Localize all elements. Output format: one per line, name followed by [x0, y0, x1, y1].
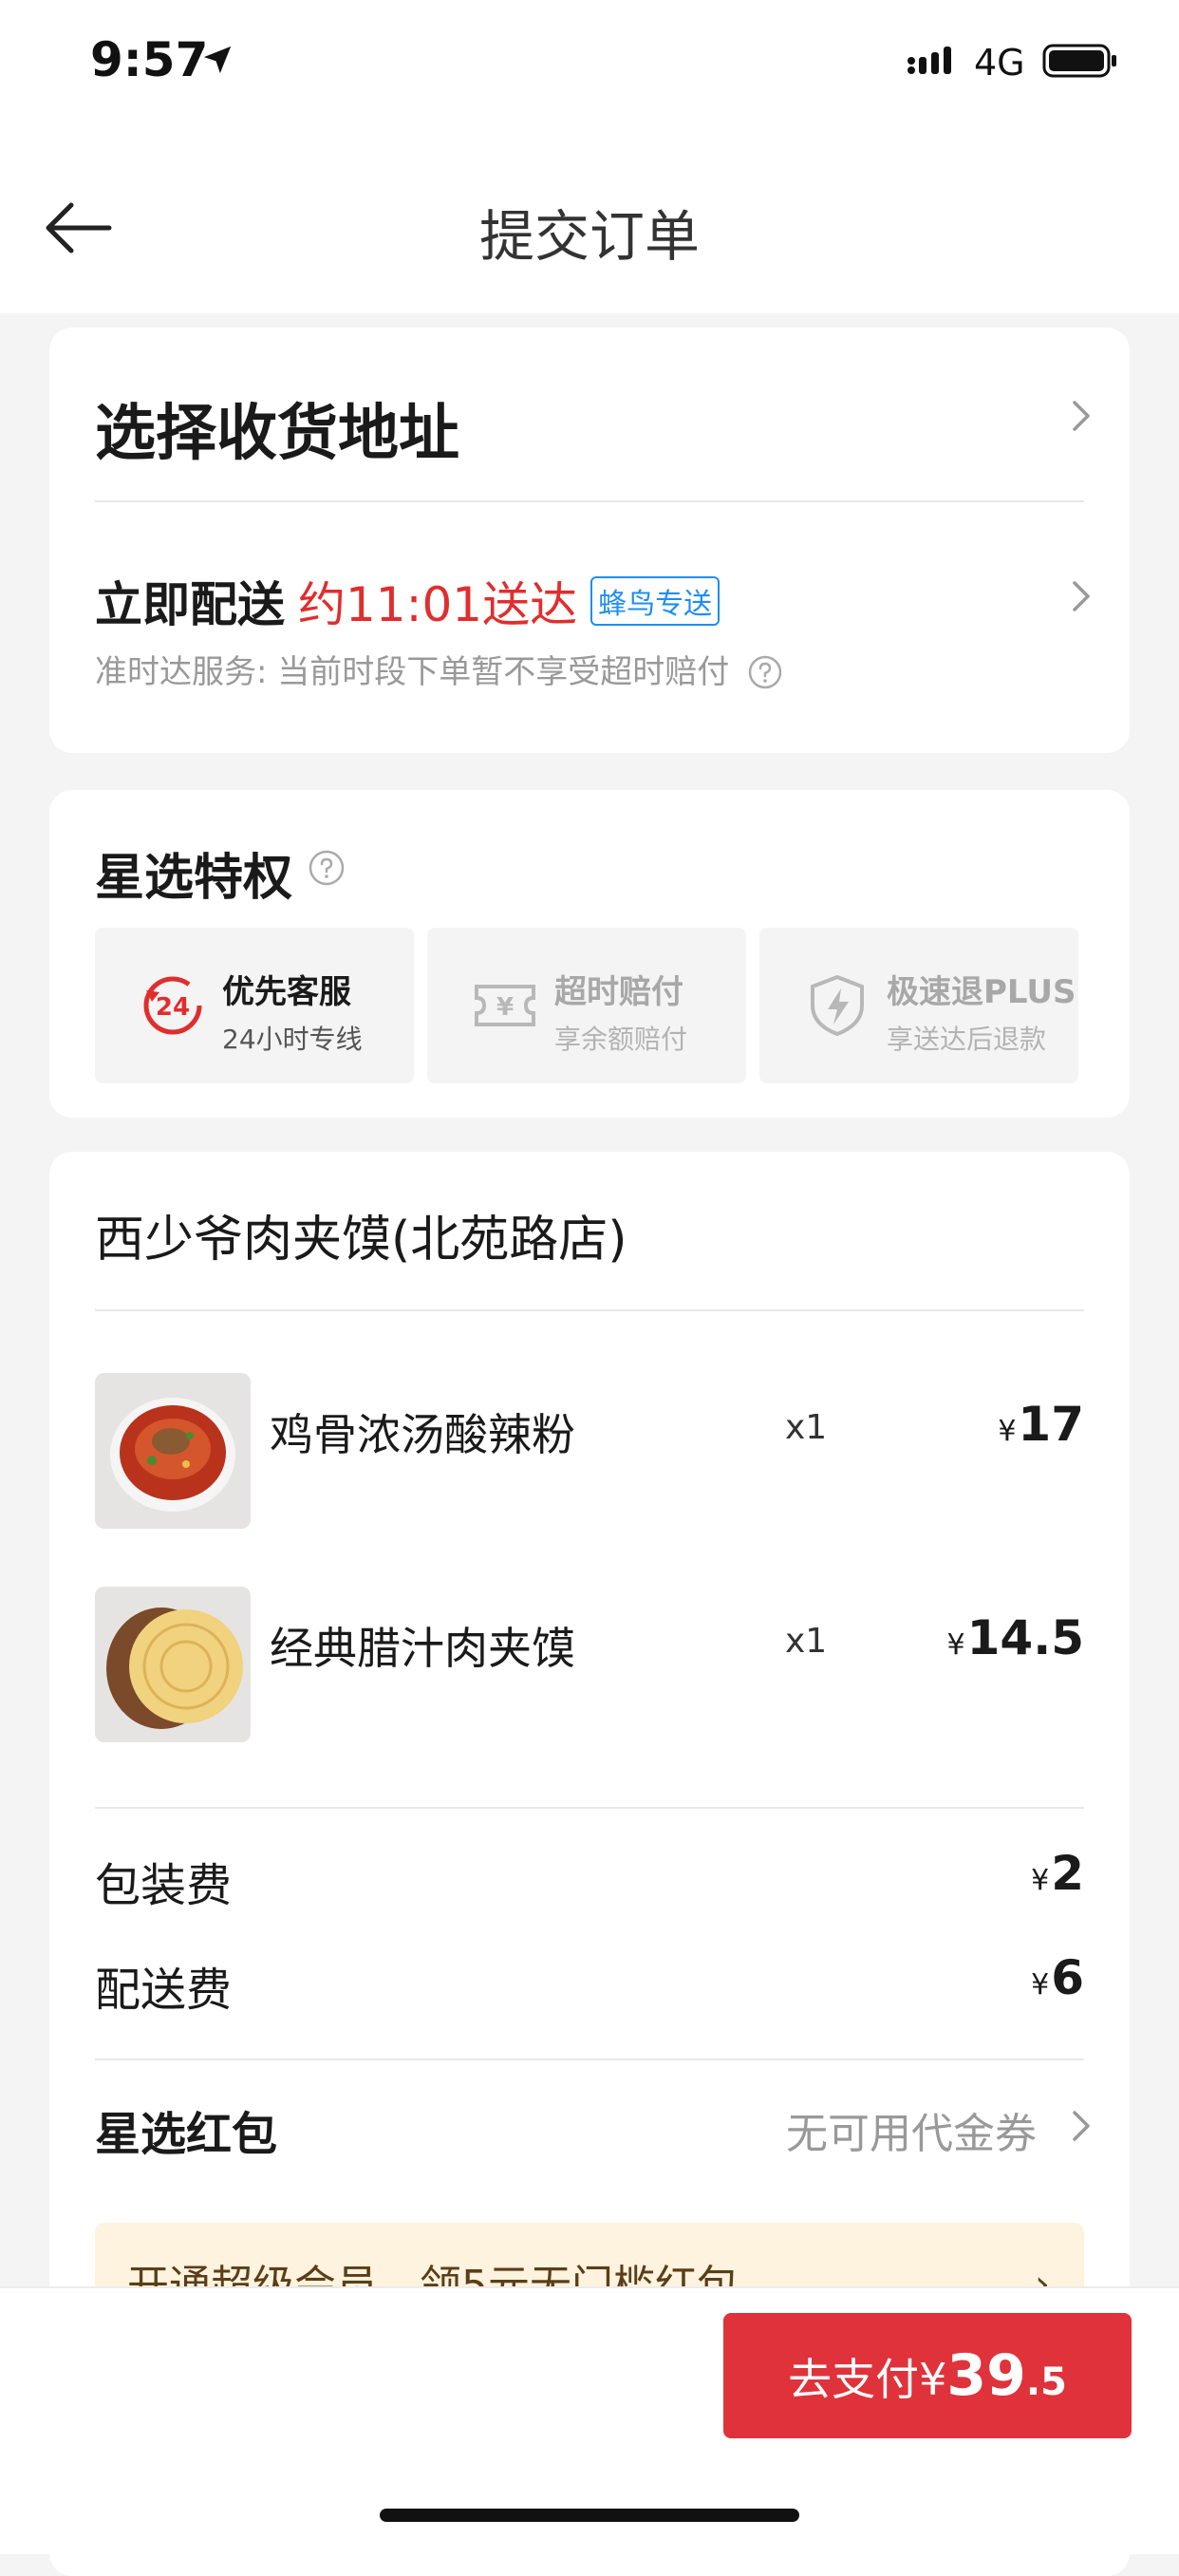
- status-time: 9:57: [90, 32, 209, 87]
- item-name: 经典腊汁肉夹馍: [270, 1623, 575, 1674]
- status-bar: 9:57 4G: [0, 0, 1179, 123]
- pay-currency: ¥: [919, 2354, 947, 2405]
- courier-badge: 蜂鸟专送: [590, 576, 720, 626]
- privileges-help-icon[interactable]: [308, 849, 346, 887]
- delivery-eta: 约11:01送达: [298, 577, 578, 632]
- ontime-note-text: 准时达服务: 当前时段下单暂不享受超时赔付: [95, 653, 730, 691]
- 24h-service-icon: 24: [143, 976, 202, 1035]
- item-name: 鸡骨浓汤酸辣粉: [270, 1409, 575, 1460]
- location-arrow-icon: [203, 46, 232, 74]
- item-quantity: x1: [785, 1408, 828, 1447]
- network-type: 4G: [974, 42, 1025, 84]
- privileges-card: 星选特权 24 优先客服 24小时专线 ¥ 超时赔付 享余额赔付 极速退PLUS…: [49, 790, 1130, 1118]
- delivery-label: 立即配送: [95, 577, 285, 632]
- roujiamo-image: [95, 1587, 251, 1742]
- coupon-chevron-right-icon[interactable]: [1071, 2109, 1092, 2143]
- pay-total-integer: 39: [946, 2342, 1026, 2409]
- home-indicator: [380, 2509, 799, 2522]
- pay-total-decimal: .5: [1025, 2360, 1067, 2404]
- pay-button-label: 去支付: [788, 2354, 920, 2405]
- currency-symbol: ¥: [998, 1415, 1017, 1448]
- ticket-icon: ¥: [475, 985, 535, 1026]
- privilege-desc: 享余额赔付: [554, 1024, 688, 1055]
- page-title: 提交订单: [478, 204, 700, 269]
- delivery-fee-label: 配送费: [95, 1964, 233, 2017]
- divider: [95, 500, 1084, 502]
- select-address-button[interactable]: 选择收货地址: [95, 385, 459, 472]
- privilege-name: 优先客服: [222, 973, 351, 1011]
- privilege-desc: 24小时专线: [222, 1024, 363, 1055]
- address-chevron-right-icon[interactable]: [1071, 399, 1092, 433]
- address-delivery-card: 选择收货地址 立即配送 约11:01送达 蜂鸟专送 准时达服务: 当前时段下单暂不享…: [49, 328, 1130, 753]
- item-price: ¥17: [998, 1397, 1084, 1452]
- currency-symbol: ¥: [1031, 1968, 1050, 2002]
- coupon-label[interactable]: 星选红包: [95, 2097, 277, 2163]
- item-price-value: 14.5: [966, 1610, 1084, 1665]
- privilege-overtime-compensation[interactable]: ¥ 超时赔付 享余额赔付: [427, 928, 746, 1083]
- currency-symbol: ¥: [1031, 1864, 1050, 1897]
- svg-text:¥: ¥: [496, 993, 514, 1022]
- help-icon[interactable]: [747, 654, 783, 690]
- packaging-fee-label: 包装费: [95, 1859, 233, 1912]
- packaging-fee-amount: 2: [1051, 1846, 1084, 1901]
- svg-text:24: 24: [156, 993, 190, 1022]
- privilege-desc: 享送达后退款: [887, 1024, 1047, 1055]
- delivery-fee-amount: 6: [1051, 1950, 1084, 2005]
- item-quantity: x1: [785, 1622, 828, 1661]
- privilege-name: 极速退PLUS: [887, 973, 1076, 1011]
- pay-button[interactable]: 去支付¥39.5: [723, 2313, 1132, 2438]
- signal-icon: [908, 47, 951, 74]
- shield-lightning-icon: [811, 974, 864, 1037]
- item-price-value: 17: [1018, 1397, 1084, 1452]
- privilege-priority-service[interactable]: 24 优先客服 24小时专线: [95, 928, 414, 1083]
- currency-symbol: ¥: [946, 1628, 965, 1662]
- delivery-fee-value: ¥6: [1031, 1950, 1084, 2005]
- divider: [95, 2059, 1084, 2060]
- delivery-chevron-right-icon[interactable]: [1071, 579, 1092, 613]
- shop-name: 西少爷肉夹馍(北苑路店): [95, 1212, 627, 1269]
- item-price: ¥14.5: [947, 1610, 1084, 1665]
- privilege-fast-refund[interactable]: 极速退PLUS 享送达后退款: [759, 928, 1078, 1083]
- privilege-name: 超时赔付: [554, 973, 683, 1011]
- divider: [95, 1309, 1084, 1311]
- coupon-value[interactable]: 无可用代金券: [786, 2099, 1037, 2160]
- battery-icon: [1042, 44, 1116, 78]
- divider: [95, 1807, 1084, 1809]
- delivery-option[interactable]: 立即配送 约11:01送达 蜂鸟专送: [95, 567, 720, 635]
- ontime-service-note: 准时达服务: 当前时段下单暂不享受超时赔付: [95, 646, 783, 692]
- packaging-fee-value: ¥2: [1031, 1846, 1084, 1901]
- noodle-soup-image: [95, 1373, 251, 1529]
- privileges-title: 星选特权: [95, 850, 293, 907]
- nav-bar: 提交订单: [0, 123, 1179, 313]
